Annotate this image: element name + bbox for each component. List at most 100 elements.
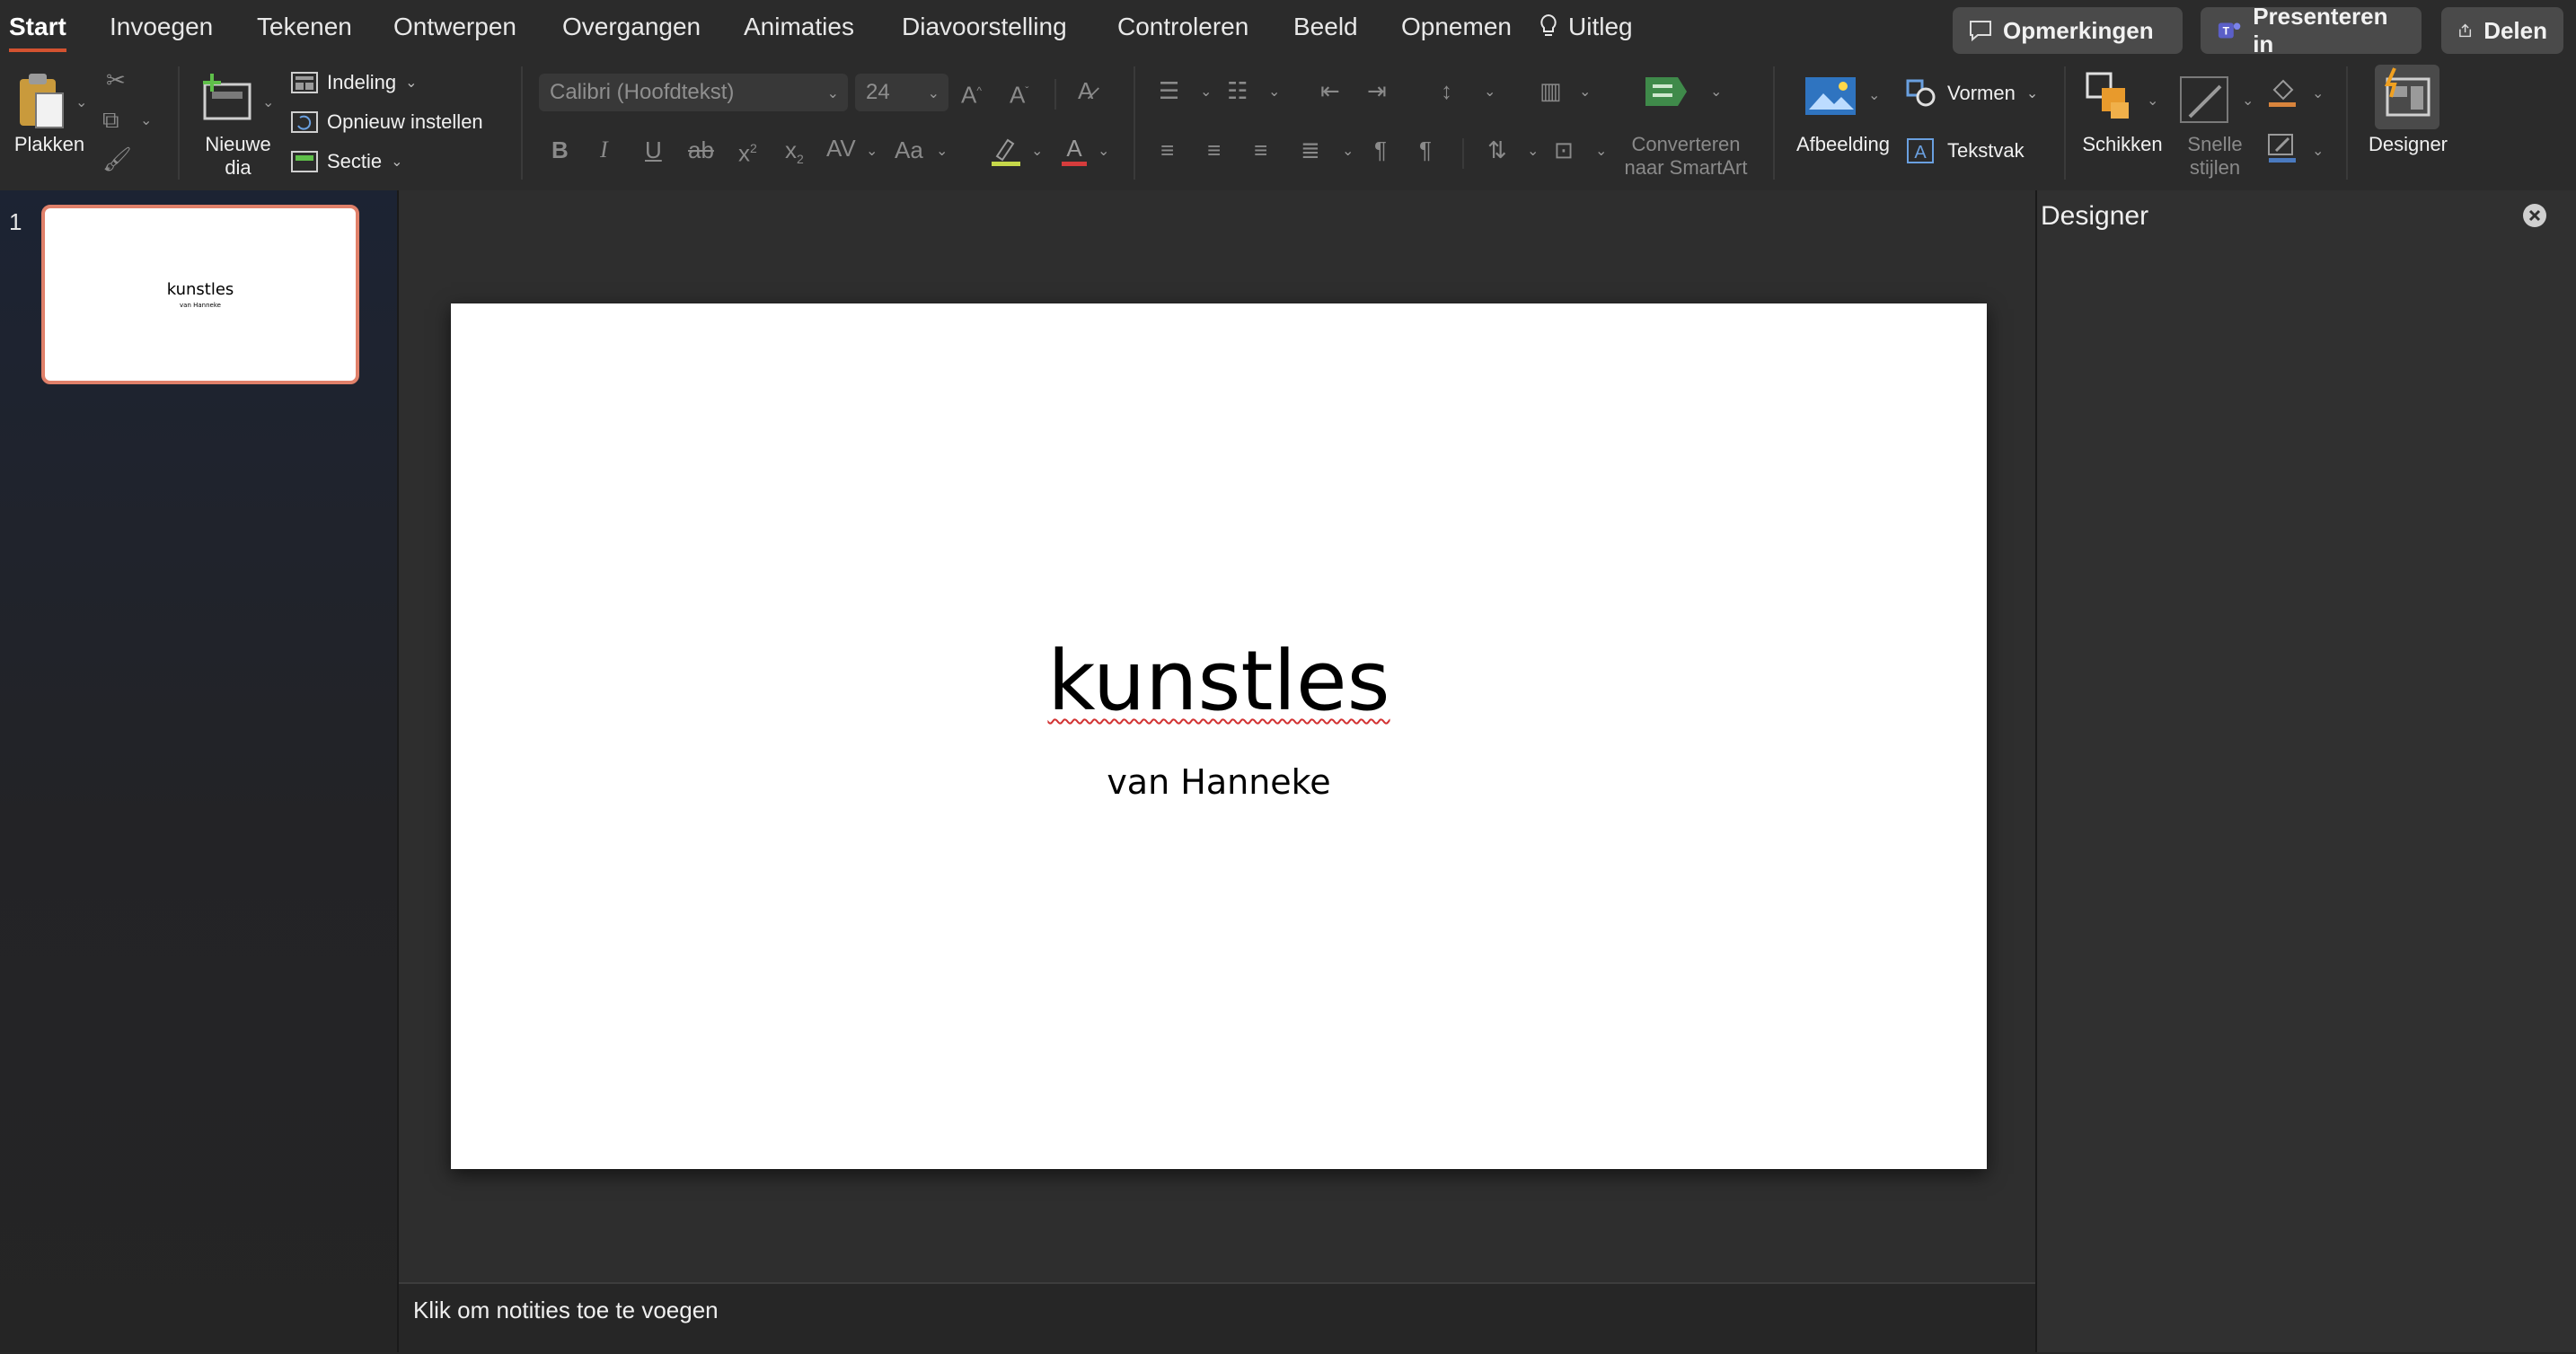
- columns-icon[interactable]: ▥: [1539, 77, 1562, 104]
- tab-draw[interactable]: Tekenen: [257, 13, 352, 41]
- slide-canvas[interactable]: kunstles van Hanneke: [451, 303, 1987, 1169]
- notes-pane[interactable]: Klik om notities toe te voegen: [399, 1282, 2035, 1354]
- comments-button[interactable]: Opmerkingen: [1953, 7, 2183, 54]
- textbox-button[interactable]: A Tekstvak: [1906, 136, 2025, 165]
- paste-dropdown-chevron-icon[interactable]: ⌄: [75, 93, 87, 111]
- shape-fill-button[interactable]: [2267, 77, 2298, 112]
- copy-icon[interactable]: ⧉: [102, 106, 119, 133]
- slide-thumbnail[interactable]: kunstles van Hanneke: [41, 205, 359, 384]
- close-designer-button[interactable]: [2522, 203, 2547, 228]
- cut-icon[interactable]: ✂: [106, 66, 126, 93]
- bold-icon[interactable]: B: [551, 136, 569, 163]
- decrease-indent-icon[interactable]: ⇤: [1320, 77, 1340, 104]
- new-slide-chevron-icon[interactable]: ⌄: [262, 93, 274, 111]
- columns-chevron-icon[interactable]: ⌄: [1579, 83, 1591, 101]
- line-spacing-chevron-icon[interactable]: ⌄: [1484, 83, 1495, 101]
- shapes-button[interactable]: Vormen ⌄: [1906, 79, 2038, 108]
- layout-button[interactable]: Indeling ⌄: [291, 68, 417, 97]
- justify-chevron-icon[interactable]: ⌄: [1342, 142, 1354, 160]
- tab-start[interactable]: Start: [9, 13, 66, 52]
- quick-styles-chevron-icon[interactable]: ⌄: [2242, 92, 2254, 110]
- clear-formatting-icon[interactable]: A̷: [1078, 77, 1093, 104]
- tab-view[interactable]: Beeld: [1293, 13, 1358, 41]
- text-direction-icon[interactable]: ⇅: [1487, 136, 1507, 163]
- shape-outline-chevron-icon[interactable]: ⌄: [2312, 142, 2324, 160]
- character-spacing-chevron-icon[interactable]: ⌄: [866, 142, 878, 160]
- tab-insert[interactable]: Invoegen: [110, 13, 213, 41]
- share-icon: [2459, 23, 2472, 38]
- strikethrough-icon[interactable]: ab: [688, 136, 714, 163]
- font-name-select[interactable]: Calibri (Hoofdtekst) ⌄: [539, 74, 848, 111]
- tab-animations[interactable]: Animaties: [744, 13, 854, 41]
- increase-font-size-icon[interactable]: A^: [961, 77, 982, 109]
- font-name-value: Calibri (Hoofdtekst): [550, 80, 735, 104]
- align-text-chevron-icon[interactable]: ⌄: [1595, 142, 1607, 160]
- bullets-icon[interactable]: ☰: [1159, 77, 1179, 104]
- align-right-icon[interactable]: ≡: [1254, 136, 1267, 163]
- quick-styles-button[interactable]: [2177, 70, 2236, 127]
- arrange-button[interactable]: [2084, 70, 2138, 124]
- picture-chevron-icon[interactable]: ⌄: [1868, 86, 1880, 104]
- font-size-select[interactable]: 24 ⌄: [855, 74, 948, 111]
- tab-record[interactable]: Opnemen: [1401, 13, 1512, 41]
- superscript-icon[interactable]: x2: [738, 135, 757, 167]
- convert-smartart-label: Converteren naar SmartArt: [1617, 133, 1755, 180]
- decrease-font-size-icon[interactable]: Aˇ: [1010, 77, 1028, 109]
- smartart-icon: [1645, 77, 1687, 106]
- text-direction-chevron-icon[interactable]: ⌄: [1527, 142, 1539, 160]
- tab-review[interactable]: Controleren: [1117, 13, 1248, 41]
- copy-chevron-icon[interactable]: ⌄: [140, 111, 152, 129]
- new-slide-label: Nieuwe dia: [189, 133, 287, 180]
- ltr-direction-icon[interactable]: ¶: [1374, 136, 1387, 163]
- align-text-icon[interactable]: ⊡: [1554, 136, 1574, 163]
- present-in-teams-button[interactable]: T Presenteren in: [2201, 3, 2422, 57]
- line-spacing-icon[interactable]: ↕: [1441, 77, 1452, 104]
- shape-outline-button[interactable]: [2267, 133, 2298, 168]
- bullets-chevron-icon[interactable]: ⌄: [1200, 83, 1212, 101]
- tab-transitions[interactable]: Overgangen: [562, 13, 701, 41]
- subscript-icon[interactable]: x2: [785, 136, 804, 172]
- align-left-icon[interactable]: ≡: [1160, 136, 1174, 163]
- highlight-color-button[interactable]: [992, 135, 1020, 171]
- new-slide-button[interactable]: [199, 72, 257, 126]
- ribbon-divider: [178, 66, 180, 180]
- rtl-direction-icon[interactable]: ¶: [1419, 136, 1432, 163]
- tab-slideshow[interactable]: Diavoorstelling: [902, 13, 1067, 41]
- convert-smartart-chevron-icon[interactable]: ⌄: [1710, 83, 1722, 101]
- font-color-chevron-icon[interactable]: ⌄: [1098, 142, 1109, 160]
- picture-icon: [1805, 77, 1856, 115]
- designer-label: Designer: [2368, 133, 2448, 155]
- arrange-icon: [2086, 72, 2129, 119]
- change-case-icon[interactable]: Aa: [895, 136, 923, 163]
- format-painter-icon[interactable]: 🖌: [102, 145, 132, 172]
- font-color-button[interactable]: A: [1060, 133, 1089, 171]
- italic-icon[interactable]: I: [600, 136, 608, 163]
- increase-indent-icon[interactable]: ⇥: [1367, 77, 1387, 104]
- convert-smartart-button[interactable]: [1642, 72, 1694, 111]
- paste-button[interactable]: [13, 70, 75, 133]
- reset-button[interactable]: Opnieuw instellen: [291, 108, 483, 136]
- underline-icon[interactable]: U: [645, 136, 662, 163]
- designer-button[interactable]: [2375, 65, 2439, 129]
- quick-styles-label: Snelle stijlen: [2168, 133, 2262, 180]
- tab-design[interactable]: Ontwerpen: [393, 13, 516, 41]
- designer-pane-title: Designer: [2041, 201, 2149, 231]
- tell-me[interactable]: Uitleg: [1538, 13, 1633, 41]
- change-case-chevron-icon[interactable]: ⌄: [936, 142, 948, 160]
- character-spacing-icon[interactable]: AV: [826, 135, 856, 162]
- slide-title[interactable]: kunstles: [451, 632, 1987, 731]
- quick-styles-line1: Snelle: [2187, 133, 2243, 155]
- shape-fill-chevron-icon[interactable]: ⌄: [2312, 84, 2324, 102]
- designer-pane: Designer: [2035, 190, 2576, 1352]
- arrange-chevron-icon[interactable]: ⌄: [2147, 92, 2158, 110]
- slide-subtitle[interactable]: van Hanneke: [451, 760, 1987, 804]
- justify-icon[interactable]: ≣: [1301, 136, 1320, 163]
- section-icon: [291, 151, 318, 172]
- numbering-chevron-icon[interactable]: ⌄: [1268, 83, 1280, 101]
- share-button[interactable]: Delen: [2441, 7, 2563, 54]
- highlight-chevron-icon[interactable]: ⌄: [1031, 142, 1043, 160]
- picture-button[interactable]: [1804, 74, 1859, 119]
- section-button[interactable]: Sectie ⌄: [291, 147, 403, 176]
- numbering-icon[interactable]: ☷: [1227, 77, 1248, 104]
- align-center-icon[interactable]: ≡: [1207, 136, 1221, 163]
